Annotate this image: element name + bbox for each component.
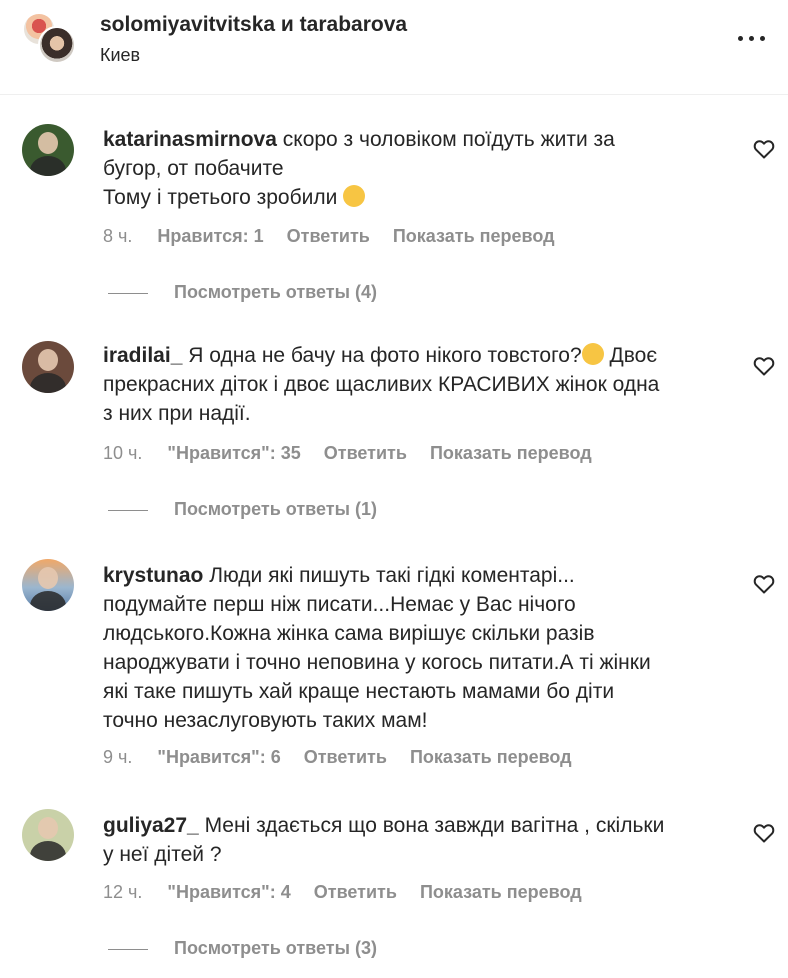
- avatar[interactable]: [22, 559, 74, 611]
- smirk-emoji-icon: [343, 185, 366, 207]
- reply-button[interactable]: Ответить: [304, 747, 387, 767]
- comment-text: krystunao Люди які пишуть такі гідкі ком…: [103, 564, 651, 732]
- translate-button[interactable]: Показать перевод: [430, 443, 592, 463]
- comment-meta: 10 ч. "Нравится": 35 Ответить Показать п…: [103, 443, 610, 464]
- comment-username[interactable]: iradilai_: [103, 344, 182, 367]
- comment-username[interactable]: katarinasmirnova: [103, 128, 277, 151]
- likes-count[interactable]: "Нравится": 4: [167, 882, 290, 902]
- translate-button[interactable]: Показать перевод: [420, 882, 582, 902]
- comment-meta: 9 ч. "Нравится": 6 Ответить Показать пер…: [103, 747, 590, 768]
- translate-button[interactable]: Показать перевод: [393, 226, 555, 246]
- post-location[interactable]: Киев: [100, 45, 140, 66]
- reply-button[interactable]: Ответить: [314, 882, 397, 902]
- likes-count[interactable]: "Нравится": 35: [167, 443, 300, 463]
- translate-button[interactable]: Показать перевод: [410, 747, 572, 767]
- comment-username[interactable]: krystunao: [103, 564, 203, 587]
- heart-icon[interactable]: [752, 354, 776, 378]
- reply-button[interactable]: Ответить: [287, 226, 370, 246]
- avatar[interactable]: [22, 124, 74, 176]
- avatar[interactable]: [38, 26, 76, 64]
- comment-time[interactable]: 10 ч.: [103, 443, 142, 463]
- avatar[interactable]: [22, 809, 74, 861]
- heart-icon[interactable]: [752, 821, 776, 845]
- comment-meta: 8 ч. Нравится: 1 Ответить Показать перев…: [103, 226, 573, 247]
- comment-time[interactable]: 12 ч.: [103, 882, 142, 902]
- comment-time[interactable]: 9 ч.: [103, 747, 132, 767]
- divider: [108, 948, 148, 950]
- post-authors[interactable]: solomiyavitvitska и tarabarova: [100, 13, 407, 37]
- view-replies-button[interactable]: Посмотреть ответы (3): [108, 938, 377, 959]
- comment-time[interactable]: 8 ч.: [103, 226, 132, 246]
- collab-avatars[interactable]: [22, 12, 78, 68]
- comment-meta: 12 ч. "Нравится": 4 Ответить Показать пе…: [103, 882, 600, 903]
- reply-button[interactable]: Ответить: [324, 443, 407, 463]
- heart-icon[interactable]: [752, 137, 776, 161]
- heart-icon[interactable]: [752, 572, 776, 596]
- divider: [108, 292, 148, 294]
- view-replies-button[interactable]: Посмотреть ответы (1): [108, 499, 377, 520]
- tears-of-joy-emoji-icon: [581, 343, 604, 365]
- post-header: solomiyavitvitska и tarabarova Киев: [0, 0, 788, 95]
- comment-username[interactable]: guliya27_: [103, 814, 199, 837]
- view-replies-button[interactable]: Посмотреть ответы (4): [108, 282, 377, 303]
- likes-count[interactable]: "Нравится": 6: [157, 747, 280, 767]
- likes-count[interactable]: Нравится: 1: [157, 226, 263, 246]
- comment-text: katarinasmirnova скоро з чоловіком поїду…: [103, 128, 615, 209]
- comment-text: guliya27_ Мені здається що вона завжди в…: [103, 814, 665, 866]
- more-options-icon[interactable]: [736, 28, 768, 48]
- comment-text: iradilai_ Я одна не бачу на фото нікого …: [103, 343, 660, 425]
- divider: [108, 509, 148, 511]
- avatar[interactable]: [22, 341, 74, 393]
